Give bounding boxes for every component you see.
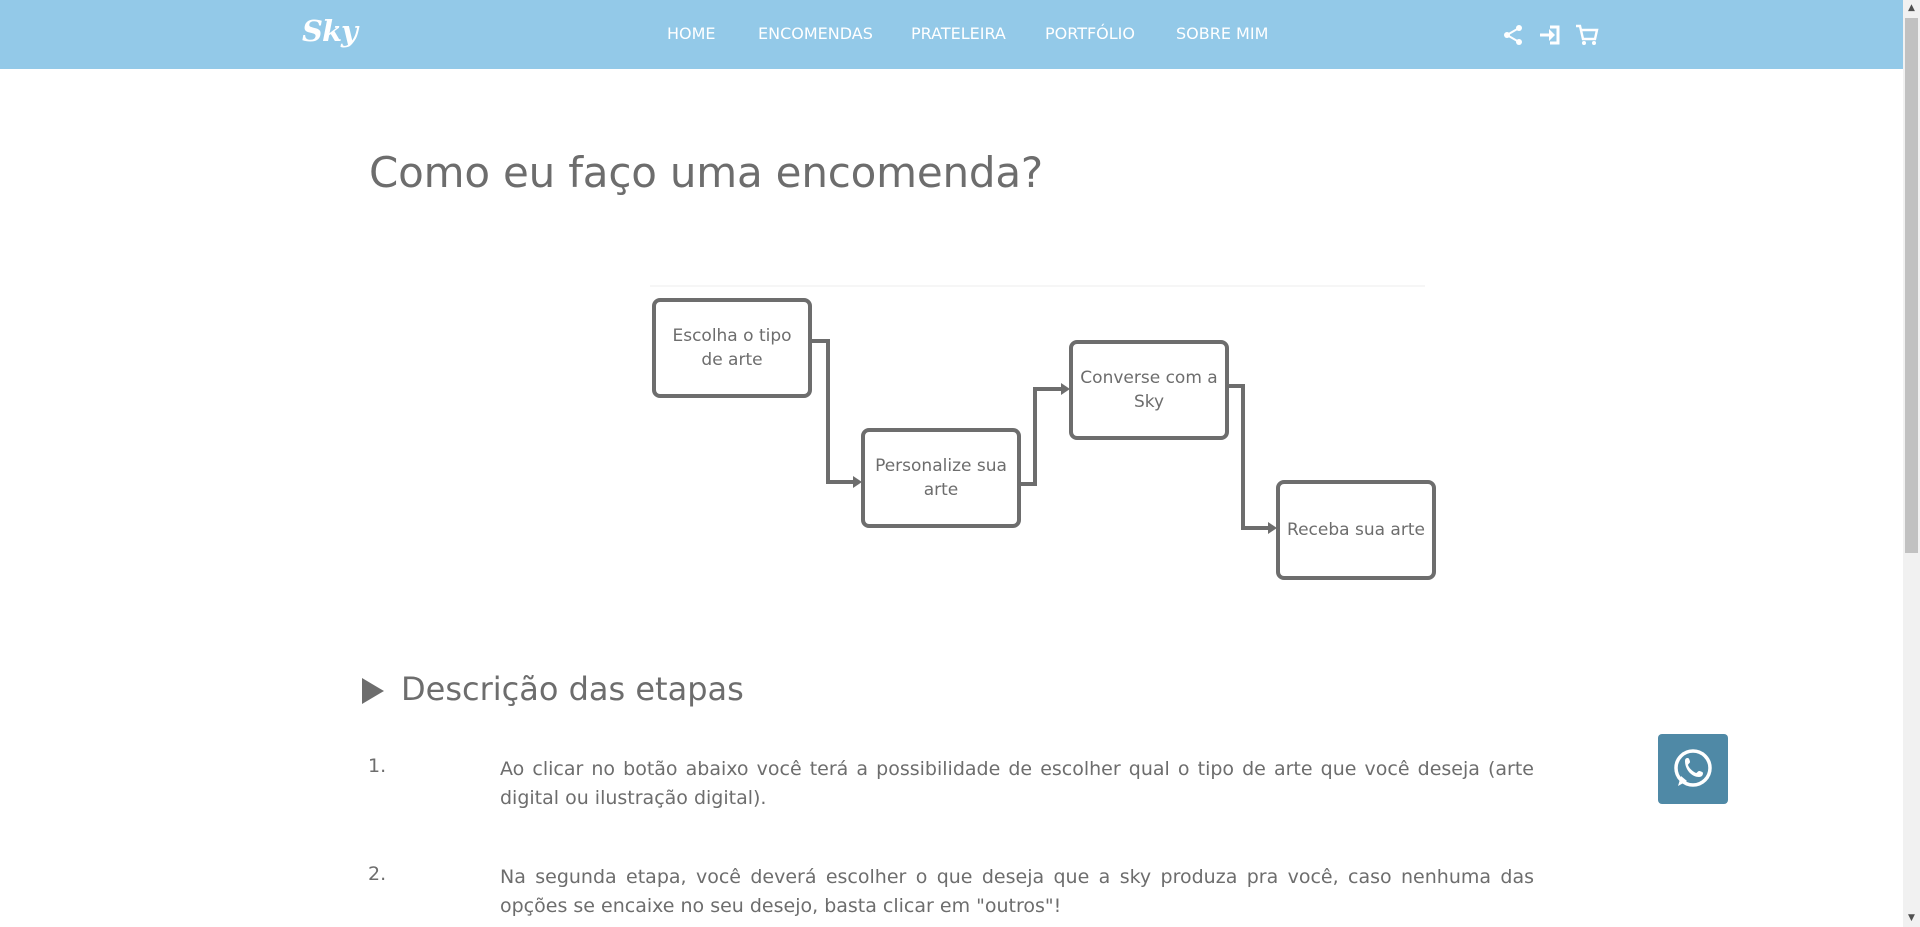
section-title: Descrição das etapas <box>401 670 744 708</box>
expand-triangle-icon[interactable] <box>362 678 384 704</box>
step-description: Ao clicar no botão abaixo você terá a po… <box>500 758 1534 809</box>
share-icon[interactable] <box>1500 22 1526 48</box>
step-number: 2. <box>368 863 387 885</box>
login-icon[interactable] <box>1538 22 1564 48</box>
main-nav: HOME ENCOMENDAS PRATELEIRA PORTFÓLIO SOB… <box>0 24 1903 46</box>
scrollbar[interactable]: ▲ ▼ <box>1903 0 1920 927</box>
nav-home[interactable]: HOME <box>667 24 716 43</box>
whatsapp-button[interactable] <box>1658 734 1728 804</box>
nav-encomendas[interactable]: ENCOMENDAS <box>758 24 873 43</box>
flow-step-2: Personalize sua arte <box>861 428 1021 528</box>
whatsapp-icon <box>1674 749 1712 787</box>
flow-step-4: Receba sua arte <box>1276 480 1436 580</box>
top-navbar: Sky HOME ENCOMENDAS PRATELEIRA PORTFÓLIO… <box>0 0 1903 69</box>
nav-portfolio[interactable]: PORTFÓLIO <box>1045 24 1135 43</box>
scrollbar-thumb[interactable] <box>1905 18 1918 553</box>
step-number: 1. <box>368 755 387 777</box>
scroll-up-icon[interactable]: ▲ <box>1903 0 1920 17</box>
nav-prateleira[interactable]: PRATELEIRA <box>911 24 1006 43</box>
process-flow-diagram: Escolha o tipo de arte Personalize sua a… <box>640 280 1436 590</box>
scroll-down-icon[interactable]: ▼ <box>1903 910 1920 927</box>
cart-icon[interactable] <box>1574 22 1600 48</box>
nav-sobre-mim[interactable]: SOBRE MIM <box>1176 24 1268 43</box>
step-description: Na segunda etapa, você deverá escolher o… <box>500 866 1534 917</box>
flow-step-3: Converse com a Sky <box>1069 340 1229 440</box>
flow-step-1: Escolha o tipo de arte <box>652 298 812 398</box>
page-title: Como eu faço uma encomenda? <box>369 148 1043 197</box>
